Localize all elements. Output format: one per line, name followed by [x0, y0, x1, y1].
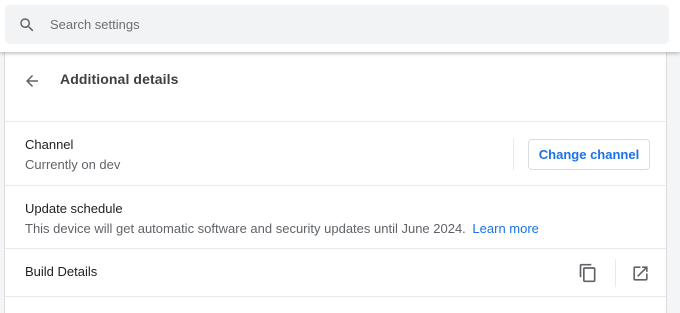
vertical-divider — [513, 138, 514, 170]
page-title: Additional details — [60, 71, 179, 87]
channel-row: Channel Currently on dev Change channel — [5, 122, 666, 186]
search-box[interactable] — [5, 5, 669, 44]
arrow-back-icon — [23, 72, 41, 90]
settings-header — [0, 0, 680, 52]
channel-status: Currently on dev — [25, 157, 121, 172]
update-schedule-row: Update schedule This device will get aut… — [5, 186, 666, 249]
change-channel-button[interactable]: Change channel — [528, 139, 650, 170]
update-schedule-label: Update schedule — [25, 201, 123, 216]
build-details-row[interactable]: Build Details — [5, 249, 666, 297]
channel-label: Channel — [25, 137, 74, 152]
back-button[interactable] — [19, 68, 45, 94]
open-in-new-icon — [631, 264, 650, 283]
update-schedule-description-line: This device will get automatic software … — [25, 221, 539, 236]
copy-build-details-button[interactable] — [573, 258, 603, 288]
build-details-label: Build Details — [25, 264, 98, 279]
additional-details-card: Additional details Channel Currently on … — [4, 52, 667, 313]
open-build-details-button[interactable] — [625, 258, 655, 288]
search-input[interactable] — [50, 14, 610, 35]
vertical-divider — [615, 259, 616, 287]
copy-icon — [578, 263, 598, 283]
card-header: Additional details — [5, 52, 666, 122]
learn-more-link[interactable]: Learn more — [472, 221, 538, 236]
update-schedule-description: This device will get automatic software … — [25, 221, 466, 236]
search-icon — [18, 16, 36, 34]
